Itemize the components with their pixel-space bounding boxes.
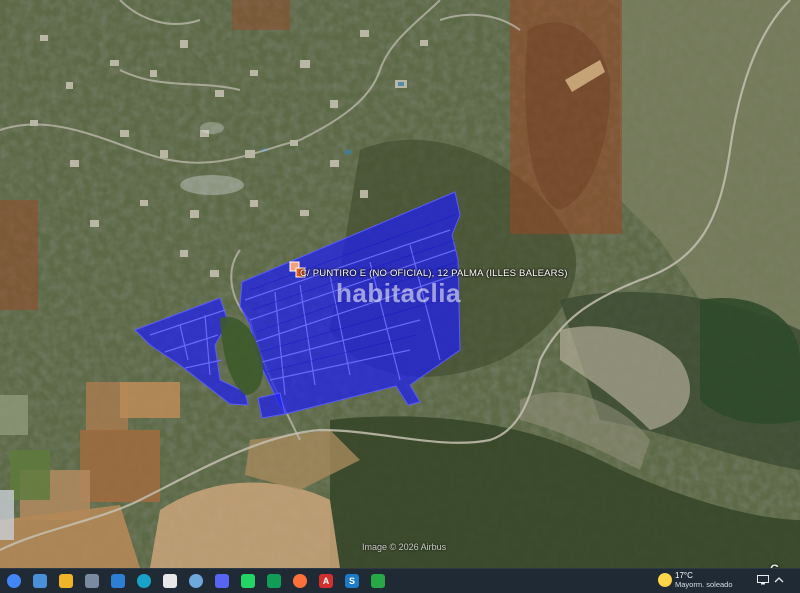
sun-icon	[658, 573, 672, 587]
imagery-credit: Image © 2026 Airbus	[362, 542, 447, 552]
document-icon-glyph	[163, 574, 177, 588]
spreadsheet-icon-glyph	[371, 574, 385, 588]
earth-icon[interactable]	[184, 570, 208, 592]
whatsapp-icon-glyph	[241, 574, 255, 588]
satellite-map[interactable]: C/ PUNTIRO E (NO OFICIAL), 12 PALMA (ILL…	[0, 0, 800, 568]
spreadsheet-icon[interactable]	[366, 570, 390, 592]
weather-temperature: 17°C	[675, 571, 693, 580]
file-explorer-icon-glyph	[59, 574, 73, 588]
task-view-icon-glyph	[85, 574, 99, 588]
discord-icon-glyph	[215, 574, 229, 588]
start-chrome-icon-glyph	[7, 574, 21, 588]
edge-icon-glyph	[137, 574, 151, 588]
start-chrome-icon[interactable]	[2, 570, 26, 592]
photos-icon[interactable]	[106, 570, 130, 592]
firefox-icon-glyph	[293, 574, 307, 588]
photos-icon-glyph	[111, 574, 125, 588]
document-icon[interactable]	[158, 570, 182, 592]
earth-icon-glyph	[189, 574, 203, 588]
task-view-icon[interactable]	[80, 570, 104, 592]
acrobat-icon-glyph: A	[319, 574, 333, 588]
file-explorer-icon[interactable]	[54, 570, 78, 592]
firefox-icon[interactable]	[288, 570, 312, 592]
app-c-icon[interactable]	[262, 570, 286, 592]
discord-icon[interactable]	[210, 570, 234, 592]
sway-icon-glyph: S	[345, 574, 359, 588]
chevron-up-icon[interactable]	[772, 572, 786, 588]
file-icon[interactable]	[28, 570, 52, 592]
app-c-icon-glyph	[267, 574, 281, 588]
weather-description: Mayorm. soleado	[675, 580, 733, 589]
habitaclia-watermark: habitaclia	[336, 278, 461, 308]
weather-widget[interactable]: 17°C Mayorm. soleado	[658, 571, 733, 589]
whatsapp-icon[interactable]	[236, 570, 260, 592]
sway-icon[interactable]: S	[340, 570, 364, 592]
edge-icon[interactable]	[132, 570, 156, 592]
acrobat-icon[interactable]: A	[314, 570, 338, 592]
screen-icon[interactable]	[756, 572, 770, 588]
file-icon-glyph	[33, 574, 47, 588]
